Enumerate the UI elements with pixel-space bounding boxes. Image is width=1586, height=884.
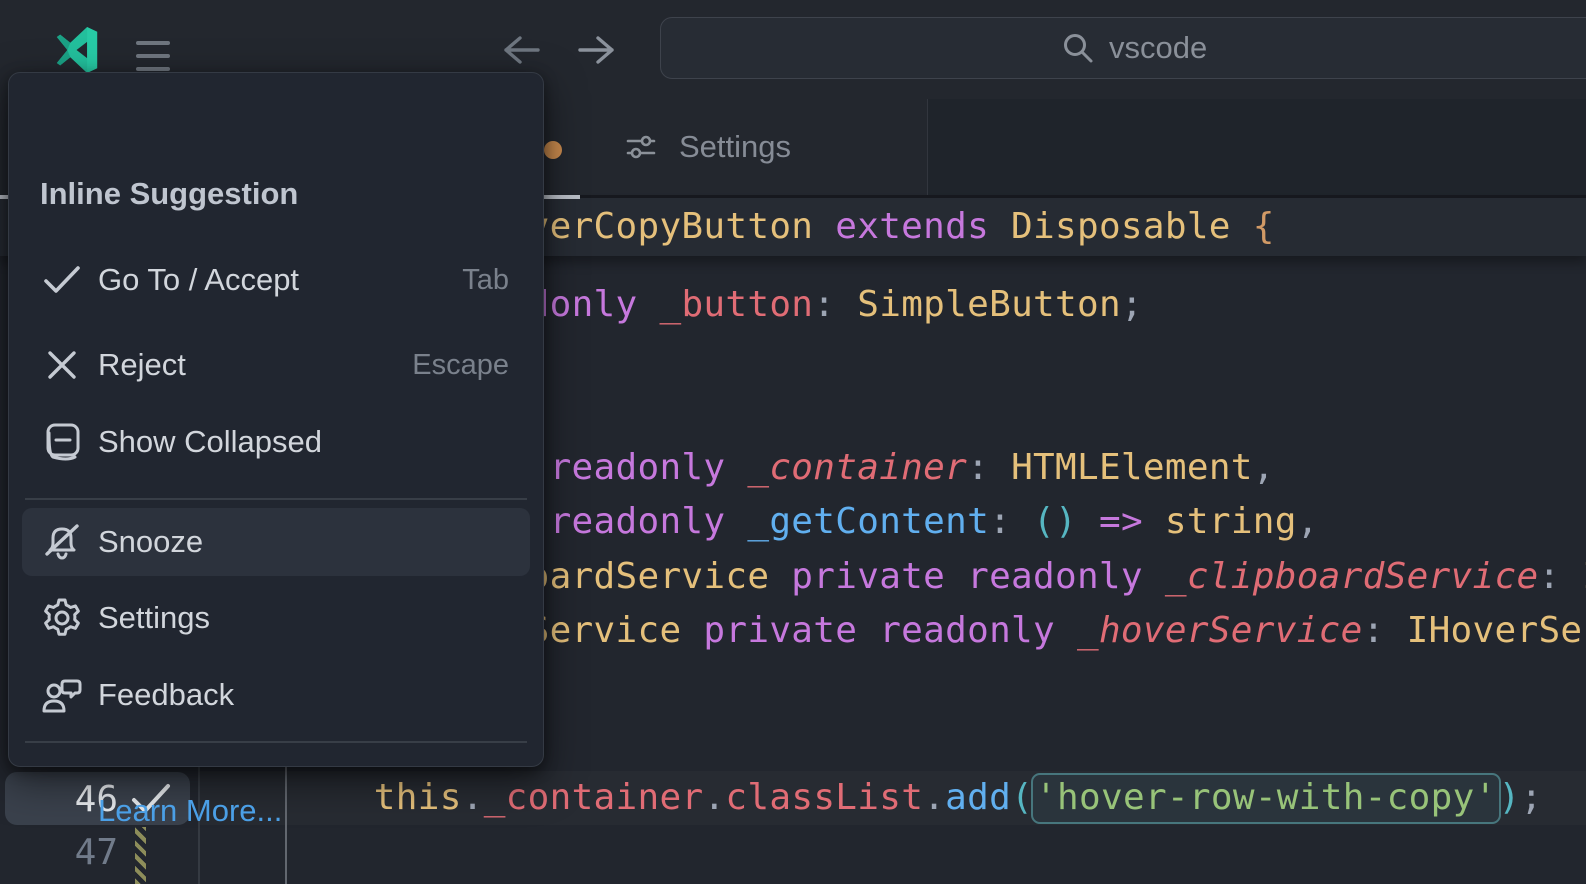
menu-item-reject[interactable]: Reject Escape (9, 333, 545, 397)
back-arrow-icon[interactable] (500, 30, 542, 70)
menu-item-settings[interactable]: Settings (9, 586, 545, 650)
command-center-search[interactable]: vscode (660, 17, 1586, 79)
bell-slash-icon (40, 520, 84, 564)
indent-guide-active (285, 765, 287, 884)
feedback-icon (40, 673, 84, 717)
vscode-logo-icon (53, 24, 101, 76)
tab-modified-dot (544, 141, 562, 159)
search-field: vscode (1061, 18, 1207, 78)
changed-lines-stripe (135, 827, 146, 884)
menu-item-show-collapsed[interactable]: Show Collapsed (9, 410, 545, 474)
search-icon (1061, 31, 1095, 65)
line-number-47: 47 (74, 832, 118, 873)
menu-divider (25, 498, 527, 500)
search-placeholder: vscode (1109, 30, 1208, 65)
tab-settings-label: Settings (679, 129, 792, 164)
shortcut-tab: Tab (462, 263, 509, 296)
check-icon (40, 258, 84, 302)
menu-header: Inline Suggestion (40, 176, 299, 211)
menu-divider (25, 741, 527, 743)
tab-settings[interactable]: Settings (580, 99, 928, 195)
active-tab-underline-left (0, 195, 8, 199)
menu-hamburger-icon[interactable] (136, 41, 172, 73)
menu-item-go-to-accept[interactable]: Go To / Accept Tab (9, 248, 545, 312)
menu-item-snooze[interactable]: Snooze (22, 508, 530, 576)
shortcut-escape: Escape (412, 348, 509, 381)
active-tab-underline (544, 195, 580, 199)
menu-item-feedback[interactable]: Feedback (9, 663, 545, 727)
inline-suggestion-menu: Inline Suggestion Go To / Accept Tab Rej… (8, 72, 545, 828)
forward-arrow-icon[interactable] (576, 30, 618, 70)
gear-icon (40, 596, 84, 640)
code-line: this._container.classList.add('hover-row… (198, 771, 1543, 825)
learn-more-link[interactable]: Learn More... (98, 793, 282, 829)
collapse-icon (40, 420, 84, 464)
close-icon (40, 343, 84, 387)
sliders-icon (625, 131, 657, 163)
